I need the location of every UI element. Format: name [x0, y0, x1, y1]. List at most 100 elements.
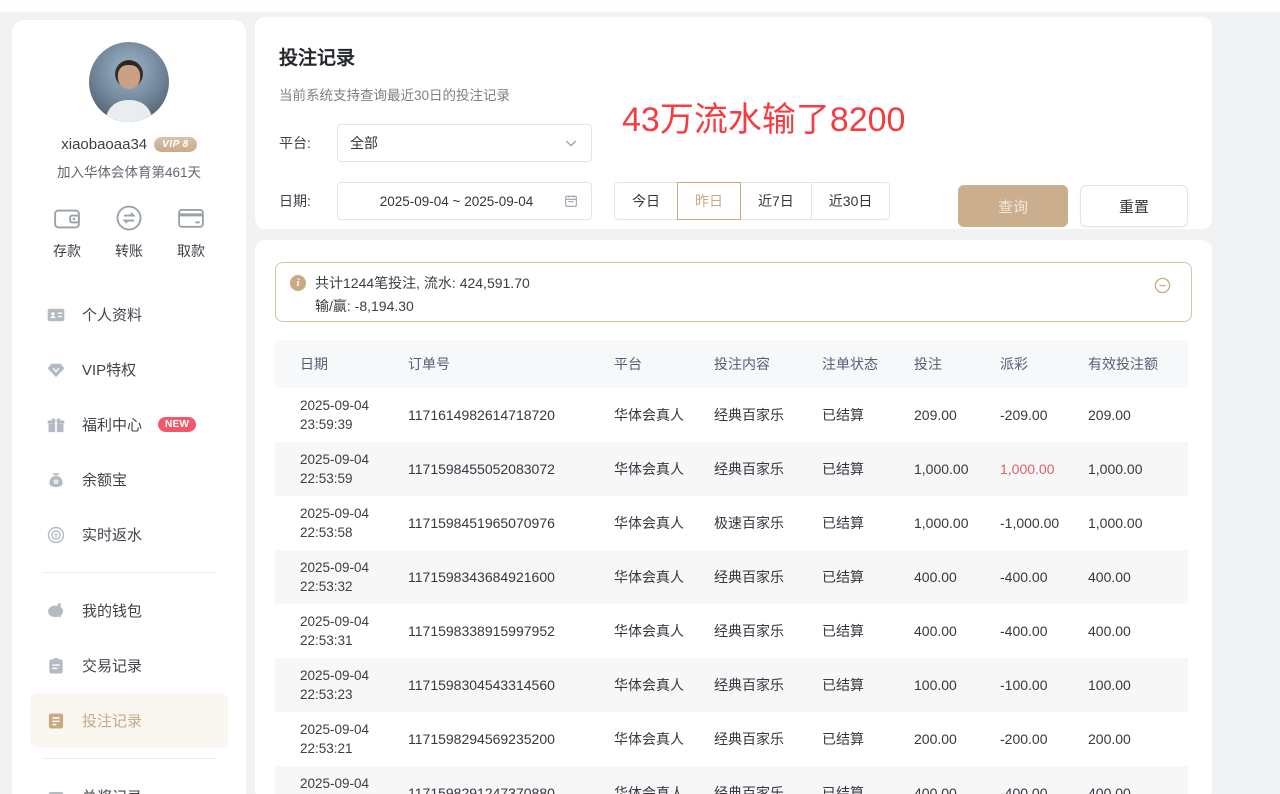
rebate-icon: [46, 525, 66, 545]
sidebar-menu-bottom: 我的钱包 交易记录 投注记录: [12, 583, 246, 748]
range-30days-button[interactable]: 近30日: [811, 182, 891, 220]
avatar: [89, 42, 169, 122]
cell-platform: 华体会真人: [589, 766, 689, 794]
page-subtitle: 当前系统支持查询最近30日的投注记录: [279, 84, 1188, 104]
collapse-icon[interactable]: [1154, 277, 1171, 294]
cell-status: 已结算: [797, 604, 889, 658]
cell-order: 1171598455052083072: [383, 442, 589, 496]
cell-platform: 华体会真人: [589, 550, 689, 604]
cell-date: 2025-09-0422:53:58: [275, 496, 383, 550]
sidebar-item-profile[interactable]: 个人资料: [30, 287, 228, 342]
deposit-button[interactable]: 存款: [52, 203, 82, 261]
cell-bet: 1,000.00: [889, 496, 975, 550]
cell-bet: 400.00: [889, 766, 975, 794]
bet-records-table: 日期 订单号 平台 投注内容 注单状态 投注 派彩 有效投注额 2025-09-…: [275, 340, 1188, 794]
cell-content: 经典百家乐: [689, 712, 797, 766]
sidebar-item-welfare[interactable]: 福利中心 NEW: [30, 397, 228, 452]
transfer-button[interactable]: 转账: [114, 203, 144, 261]
platform-filter-row: 平台: 全部: [279, 124, 1188, 162]
quick-action-label: 存款: [53, 241, 81, 261]
sidebar-item-bet-records[interactable]: 投注记录: [30, 693, 228, 748]
cell-bet: 200.00: [889, 712, 975, 766]
cell-platform: 华体会真人: [589, 442, 689, 496]
sidebar-item-my-wallet[interactable]: 我的钱包: [30, 583, 228, 638]
sidebar: xiaobaoaa34 VIP 8 加入华体会体育第461天 存款 转账 取款: [12, 20, 246, 794]
date-range-input[interactable]: 2025-09-04 ~ 2025-09-04: [337, 182, 592, 220]
cell-content: 经典百家乐: [689, 388, 797, 442]
sidebar-item-vip[interactable]: VIP特权: [30, 342, 228, 397]
sidebar-item-label: 兑奖记录: [82, 786, 142, 794]
summary-line1: 共计1244笔投注, 流水: 424,591.70: [315, 273, 530, 293]
cell-status: 已结算: [797, 388, 889, 442]
sidebar-menu-top: 个人资料 VIP特权 福利中心 NEW 余额宝 实时返水: [12, 287, 246, 562]
sidebar-item-label: 实时返水: [82, 524, 142, 545]
cell-payout: -200.00: [975, 712, 1063, 766]
sidebar-divider: [42, 758, 216, 759]
range-yesterday-button[interactable]: 昨日: [677, 182, 741, 220]
sidebar-divider: [42, 572, 216, 573]
quick-action-label: 取款: [177, 241, 205, 261]
join-days-text: 加入华体会体育第461天: [12, 161, 246, 181]
table-row: 2025-09-0423:59:39 1171614982614718720 华…: [275, 388, 1188, 442]
platform-select[interactable]: 全部: [337, 124, 592, 162]
cell-order: 1171614982614718720: [383, 388, 589, 442]
sidebar-item-redeem-records[interactable]: 兑奖记录: [30, 769, 228, 794]
cell-content: 经典百家乐: [689, 604, 797, 658]
withdraw-button[interactable]: 取款: [176, 203, 206, 261]
yuebao-icon: [46, 470, 66, 490]
sidebar-item-label: 福利中心: [82, 414, 142, 435]
chevron-down-icon: [563, 135, 579, 151]
sidebar-item-label: 个人资料: [82, 304, 142, 325]
cell-order: 1171598294569235200: [383, 712, 589, 766]
date-range-value: 2025-09-04 ~ 2025-09-04: [350, 194, 563, 209]
col-valid: 有效投注额: [1063, 340, 1188, 388]
sidebar-item-transactions[interactable]: 交易记录: [30, 638, 228, 693]
vip-icon: [46, 360, 66, 380]
bet-records-icon: [46, 711, 66, 731]
cell-valid: 400.00: [1063, 550, 1188, 604]
col-platform: 平台: [589, 340, 689, 388]
col-date: 日期: [275, 340, 383, 388]
summary-line2: 输/赢: -8,194.30: [315, 296, 414, 316]
sidebar-item-rebate[interactable]: 实时返水: [30, 507, 228, 562]
table-body: 2025-09-0423:59:39 1171614982614718720 华…: [275, 388, 1188, 794]
sidebar-item-label: 余额宝: [82, 469, 127, 490]
cell-valid: 400.00: [1063, 766, 1188, 794]
cell-payout: -1,000.00: [975, 496, 1063, 550]
cell-status: 已结算: [797, 550, 889, 604]
quick-action-label: 转账: [115, 241, 143, 261]
cell-content: 经典百家乐: [689, 442, 797, 496]
summary-box: i 共计1244笔投注, 流水: 424,591.70 输/赢: -8,194.…: [275, 262, 1192, 322]
transactions-icon: [46, 656, 66, 676]
cell-content: 经典百家乐: [689, 658, 797, 712]
sidebar-item-yuebao[interactable]: 余额宝: [30, 452, 228, 507]
cell-valid: 400.00: [1063, 604, 1188, 658]
quick-actions: 存款 转账 取款: [12, 203, 246, 261]
cell-valid: 1,000.00: [1063, 496, 1188, 550]
profile-icon: [46, 305, 66, 325]
reset-button[interactable]: 重置: [1080, 185, 1188, 227]
cell-status: 已结算: [797, 766, 889, 794]
filter-actions: 查询 重置: [958, 185, 1188, 227]
cell-date: 2025-09-0422:53:23: [275, 658, 383, 712]
cell-content: 经典百家乐: [689, 766, 797, 794]
date-range-presets: 今日 昨日 近7日 近30日: [614, 182, 890, 220]
transfer-icon: [114, 203, 144, 233]
cell-payout: 1,000.00: [975, 442, 1063, 496]
range-7days-button[interactable]: 近7日: [740, 182, 812, 220]
cell-status: 已结算: [797, 712, 889, 766]
sidebar-item-label: 我的钱包: [82, 600, 142, 621]
calendar-icon: [563, 193, 579, 209]
query-button[interactable]: 查询: [958, 185, 1068, 227]
deposit-icon: [52, 203, 82, 233]
cell-valid: 209.00: [1063, 388, 1188, 442]
welfare-icon: [46, 415, 66, 435]
cell-order: 1171598343684921600: [383, 550, 589, 604]
table-row: 2025-09-0422:53:32 1171598343684921600 华…: [275, 550, 1188, 604]
col-content: 投注内容: [689, 340, 797, 388]
cell-status: 已结算: [797, 658, 889, 712]
wallet-icon: [46, 601, 66, 621]
range-today-button[interactable]: 今日: [614, 182, 678, 220]
cell-platform: 华体会真人: [589, 712, 689, 766]
table-row: 2025-09-0422:53:31 1171598338915997952 华…: [275, 604, 1188, 658]
